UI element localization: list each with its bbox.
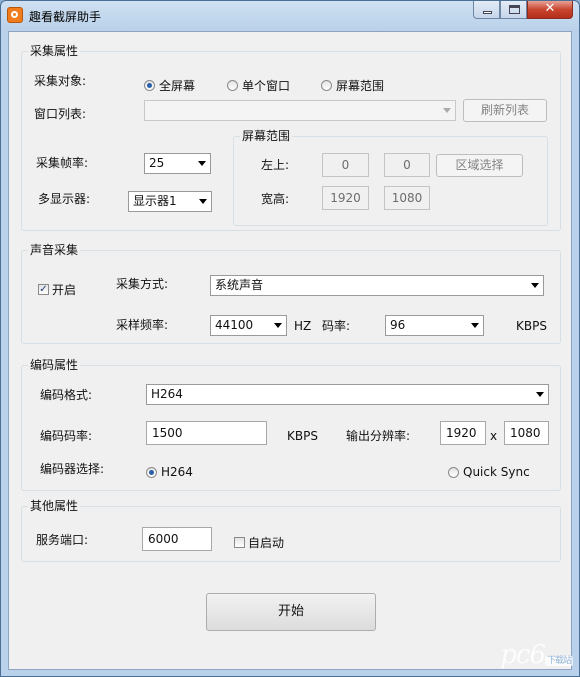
autostart-checkbox[interactable]: 自启动 [234,534,284,551]
encode-group-title: 编码属性 [28,358,81,372]
minimize-icon [483,11,492,14]
other-group-title: 其他属性 [28,499,81,513]
encode-bitrate-input[interactable]: 1500 [146,421,267,445]
encode-group: 编码属性 编码格式: H264 编码码率: 1500 KBPS 输出分辨率: 1… [21,358,561,491]
chevron-down-icon [198,161,206,166]
area-select-button[interactable]: 区域选择 [436,154,523,177]
port-input[interactable]: 6000 [142,527,212,551]
site-watermark: pc6 下载站 [500,640,573,670]
encode-format-select[interactable]: H264 [146,384,549,405]
window-list-select[interactable] [144,100,456,121]
radio-encoder-quick-sync-dot [448,466,459,478]
audio-group: 声音采集 ✓ 开启 采集方式: 系统声音 采样频率: 44100 HZ 码率: 9… [21,243,561,344]
resolution-label: 输出分辨率: [346,429,411,443]
sample-rate-select[interactable]: 44100 [210,315,287,336]
encode-format-label: 编码格式: [40,388,93,402]
start-button[interactable]: 开始 [206,593,376,631]
screen-range-group-title: 屏幕范围 [240,129,293,143]
audio-bitrate-select[interactable]: 96 [385,315,484,336]
fps-select[interactable]: 25 [144,153,211,174]
capture-group: 采集属性 采集对象: 全屏幕 单个窗口 屏幕范围 窗口列表: 刷新列表 采集帧率… [21,44,561,231]
radio-encoder-h264-dot [146,466,157,478]
app-window: 趣看截屏助手 ✕ 采集属性 采集对象: 全屏幕 单个窗口 屏幕范围 窗口列表: [0,0,580,677]
maximize-icon [509,5,520,14]
audio-method-label: 采集方式: [116,277,169,291]
client-area: 采集属性 采集对象: 全屏幕 单个窗口 屏幕范围 窗口列表: 刷新列表 采集帧率… [8,31,572,670]
radio-single-window-dot [227,80,238,91]
refresh-list-button[interactable]: 刷新列表 [463,99,547,122]
resolution-width-input[interactable]: 1920 [440,421,486,445]
encode-bitrate-unit: KBPS [287,429,318,443]
window-controls: ✕ [473,1,573,20]
size-label: 宽高: [261,192,290,206]
encode-bitrate-label: 编码码率: [40,429,93,443]
close-icon: ✕ [544,1,556,16]
app-logo-icon [7,7,23,23]
sample-rate-label: 采样频率: [116,318,169,332]
sample-rate-unit: HZ [294,319,312,333]
checkbox-unchecked-icon [234,537,245,548]
capture-group-title: 采集属性 [28,44,81,58]
chevron-down-icon [199,199,207,204]
radio-fullscreen-dot [144,80,155,91]
audio-bitrate-label: 码率: [322,319,351,333]
chevron-down-icon [443,108,451,113]
other-group: 其他属性 服务端口: 6000 自启动 [21,499,561,562]
radio-encoder-quick-sync[interactable]: Quick Sync [448,465,530,479]
range-width-input[interactable]: 1920 [322,186,369,210]
audio-group-title: 声音采集 [28,243,81,257]
display-select[interactable]: 显示器1 [128,191,212,212]
chevron-down-icon [471,323,479,328]
range-height-input[interactable]: 1080 [384,186,430,210]
radio-fullscreen[interactable]: 全屏幕 [144,77,195,94]
resolution-height-input[interactable]: 1080 [504,421,549,445]
radio-encoder-h264[interactable]: H264 [146,465,193,479]
window-title: 趣看截屏助手 [29,10,102,24]
radio-screen-range-dot [321,80,332,91]
window-list-label: 窗口列表: [34,107,87,121]
range-x-input[interactable]: 0 [322,153,369,177]
chevron-down-icon [531,283,539,288]
fps-label: 采集帧率: [36,156,89,170]
encoder-label: 编码器选择: [40,462,105,476]
audio-bitrate-unit: KBPS [516,319,547,333]
chevron-down-icon [274,323,282,328]
range-y-input[interactable]: 0 [384,153,430,177]
audio-enable-checkbox[interactable]: ✓ 开启 [38,281,76,298]
close-button[interactable]: ✕ [527,1,573,19]
top-left-label: 左上: [261,158,290,172]
port-label: 服务端口: [36,533,89,547]
screen-range-group: 屏幕范围 左上: 0 0 区域选择 宽高: 1920 1080 [233,129,548,226]
radio-screen-range[interactable]: 屏幕范围 [321,77,384,94]
display-label: 多显示器: [38,192,91,206]
minimize-button[interactable] [473,1,500,19]
title-bar[interactable]: 趣看截屏助手 ✕ [1,1,579,31]
audio-method-select[interactable]: 系统声音 [210,275,544,296]
checkbox-checked-icon: ✓ [38,284,49,295]
chevron-down-icon [536,392,544,397]
maximize-button[interactable] [500,1,527,19]
resolution-separator: x [490,429,498,443]
radio-single-window[interactable]: 单个窗口 [227,77,290,94]
capture-target-label: 采集对象: [34,74,87,88]
